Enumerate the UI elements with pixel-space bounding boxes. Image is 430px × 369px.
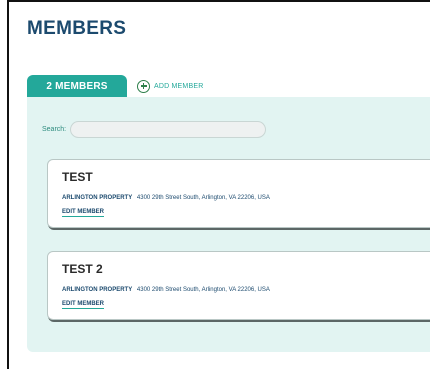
edit-member-link[interactable]: EDIT MEMBER	[62, 301, 104, 309]
tab-members-count[interactable]: 2 MEMBERS	[27, 74, 127, 98]
member-card: TEST ARLINGTON PROPERTY 4300 29th Street…	[47, 159, 430, 228]
member-card: TEST 2 ARLINGTON PROPERTY 4300 29th Stre…	[47, 251, 430, 320]
page-title: MEMBERS	[27, 18, 127, 39]
member-property: ARLINGTON PROPERTY	[62, 287, 133, 293]
plus-circle-icon[interactable]	[137, 79, 150, 93]
search-bar: Search:	[42, 121, 267, 138]
search-input[interactable]	[70, 121, 267, 138]
member-name: TEST 2	[62, 262, 103, 276]
members-page: MEMBERS 2 MEMBERS ADD MEMBER Search: TES…	[7, 0, 430, 369]
edit-member-link[interactable]: EDIT MEMBER	[62, 209, 104, 217]
search-label: Search:	[42, 126, 67, 133]
member-address-line: ARLINGTON PROPERTY 4300 29th Street Sout…	[62, 195, 270, 201]
members-tabs: 2 MEMBERS ADD MEMBER	[27, 74, 203, 98]
add-member-label[interactable]: ADD MEMBER	[154, 83, 203, 90]
member-address-line: ARLINGTON PROPERTY 4300 29th Street Sout…	[62, 287, 270, 293]
members-panel: Search: TEST ARLINGTON PROPERTY 4300 29t…	[27, 97, 430, 352]
member-name: TEST	[62, 170, 93, 184]
add-member-button[interactable]: ADD MEMBER	[137, 79, 203, 93]
member-address: 4300 29th Street South, Arlington, VA 22…	[136, 195, 270, 201]
member-property: ARLINGTON PROPERTY	[62, 195, 133, 201]
member-address: 4300 29th Street South, Arlington, VA 22…	[136, 287, 270, 293]
